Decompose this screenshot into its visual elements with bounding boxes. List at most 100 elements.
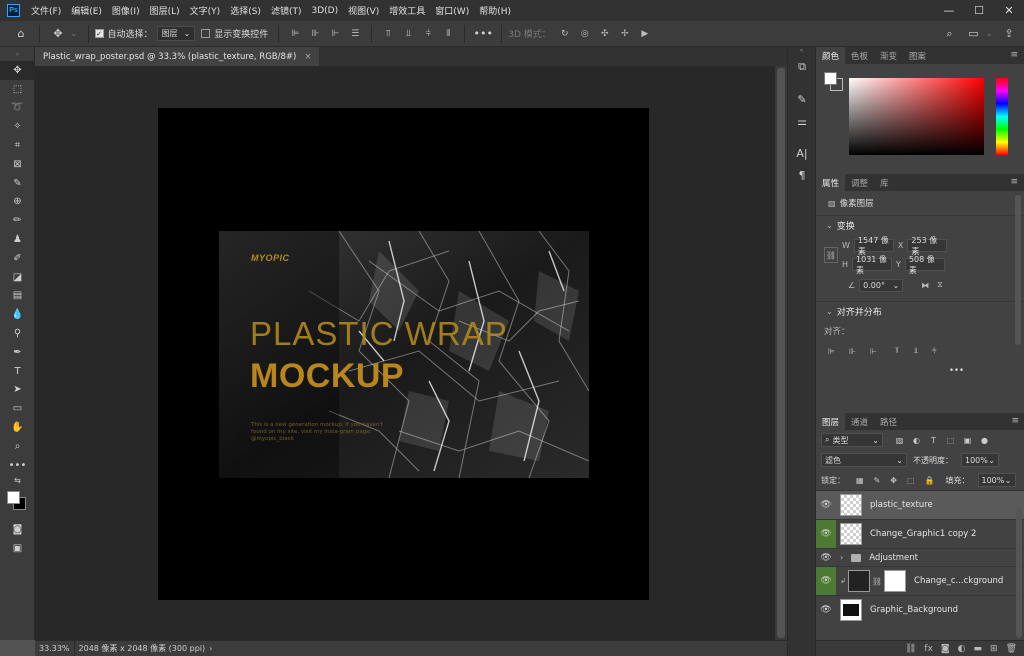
color-swatches[interactable] — [0, 487, 34, 521]
frame-tool[interactable]: ⊠ — [0, 155, 35, 174]
align-vcenter-icon[interactable]: ⫫ — [913, 346, 918, 356]
foreground-color-swatch[interactable] — [7, 490, 20, 504]
marquee-tool[interactable]: ⬚ — [0, 80, 35, 99]
angle-field[interactable]: 0.00° ⌄ — [859, 278, 904, 292]
status-menu-arrow[interactable]: › — [209, 644, 212, 653]
menu-3d[interactable]: 3D(D) — [306, 6, 343, 16]
layer-name[interactable]: Change_c...ckground — [914, 576, 1003, 586]
eraser-tool[interactable]: ◪ — [0, 268, 35, 287]
filter-adjustment-icon[interactable]: ◐ — [910, 434, 923, 447]
visibility-eye-icon[interactable]: 👁 — [816, 596, 836, 625]
paragraph-panel-icon[interactable]: ¶ — [788, 164, 816, 186]
filter-type-icon[interactable]: T — [927, 434, 940, 447]
menu-select[interactable]: 选择(S) — [225, 4, 266, 17]
lock-all-icon[interactable]: 🔒 — [925, 476, 935, 485]
add-mask-icon[interactable]: ◙ — [941, 644, 950, 654]
align-bottom-icon[interactable]: ⫩ — [932, 346, 937, 356]
tab-patterns[interactable]: 图案 — [903, 47, 932, 64]
layer-row[interactable]: 👁 ↲ ⛓ Change_c...ckground — [816, 566, 1024, 596]
chevron-down-icon[interactable]: ⌄ — [985, 29, 993, 39]
tab-adjustments[interactable]: 调整 — [845, 174, 874, 191]
path-selection-tool[interactable]: ➤ — [0, 381, 35, 400]
panel-menu-icon[interactable]: ≡ — [1010, 177, 1018, 187]
tab-properties[interactable]: 属性 — [816, 174, 846, 191]
scale-3d-icon[interactable]: ▶ — [637, 26, 653, 42]
menu-filter[interactable]: 滤镜(T) — [266, 4, 307, 17]
collapse-icon[interactable]: » — [0, 47, 35, 61]
layer-group-row[interactable]: 👁 › Adjustment — [816, 548, 1024, 566]
roll-3d-icon[interactable]: ◎ — [577, 26, 593, 42]
distribute-icon[interactable]: ☰ — [347, 26, 363, 42]
close-window-button[interactable]: ✕ — [994, 0, 1024, 21]
gradient-tool[interactable]: ▤ — [0, 287, 35, 306]
auto-select-dropdown[interactable]: 图层 ⌄ — [156, 26, 196, 41]
character-panel-icon[interactable]: A| — [788, 142, 816, 164]
layer-row[interactable]: 👁 plastic_texture — [816, 490, 1024, 519]
menu-help[interactable]: 帮助(H) — [474, 4, 516, 17]
layer-row[interactable]: 👁 Graphic_Background — [816, 595, 1024, 624]
color-picker-field[interactable] — [849, 78, 984, 155]
chevron-right-icon[interactable]: › — [840, 553, 843, 562]
align-left-icon[interactable]: ⊫ — [287, 26, 303, 42]
layer-name[interactable]: plastic_texture — [870, 500, 933, 510]
quick-mask-icon[interactable]: ◙ — [0, 521, 35, 540]
fx-icon[interactable]: fx — [924, 644, 933, 654]
edit-toolbar-icon[interactable]: ••• — [0, 456, 35, 475]
history-panel-icon[interactable]: ⧉ — [788, 56, 816, 78]
blend-mode-dropdown[interactable]: 滤色 ⌄ — [821, 453, 907, 467]
layer-name[interactable]: Change_Graphic1 copy 2 — [870, 529, 976, 539]
photoshop-logo-icon[interactable]: Ps — [7, 4, 20, 17]
chevron-down-icon[interactable]: ⌄ — [70, 29, 78, 39]
visibility-eye-icon[interactable]: 👁 — [816, 549, 836, 567]
y-field[interactable]: 508 像素 — [904, 255, 945, 275]
align-left-icon[interactable]: ⊫ — [828, 347, 835, 356]
visibility-eye-icon[interactable]: 👁 — [816, 566, 836, 596]
layer-filter-dropdown[interactable]: ⌕ 类型 ⌄ — [821, 433, 883, 447]
filter-smart-object-icon[interactable]: ▣ — [961, 434, 974, 447]
lock-artboard-icon[interactable]: ⬚ — [907, 476, 915, 485]
visibility-eye-icon[interactable]: 👁 — [816, 491, 836, 520]
hue-slider[interactable] — [996, 78, 1008, 155]
flip-horizontal-icon[interactable]: ⧓ — [921, 281, 929, 290]
healing-brush-tool[interactable]: ⊕ — [0, 193, 35, 212]
align-bottom-icon[interactable]: ⫩ — [420, 26, 436, 42]
default-colors-icon[interactable]: ⇆ — [0, 475, 35, 487]
search-icon[interactable]: ⌕ — [940, 25, 958, 43]
trash-icon[interactable]: 🗑 — [1006, 644, 1017, 654]
tab-gradients[interactable]: 渐变 — [874, 47, 903, 64]
menu-window[interactable]: 窗口(W) — [430, 4, 474, 17]
rectangle-tool[interactable]: ▭ — [0, 399, 35, 418]
new-layer-icon[interactable]: ⊞ — [990, 644, 998, 654]
align-section-header[interactable]: ⌄ 对齐并分布 — [816, 301, 1024, 321]
collapse-icon[interactable]: « — [788, 47, 815, 56]
tab-layers[interactable]: 图层 — [816, 413, 846, 430]
scrollbar-thumb[interactable] — [777, 68, 785, 638]
crop-tool[interactable]: ⌗ — [0, 136, 35, 155]
move-tool-icon[interactable]: ✥ — [49, 25, 67, 43]
align-right-icon[interactable]: ⊩ — [870, 347, 877, 356]
blur-tool[interactable]: 💧 — [0, 305, 35, 324]
tab-color[interactable]: 颜色 — [816, 47, 846, 64]
brush-settings-icon[interactable]: ✎ — [788, 88, 816, 110]
filter-toggle-icon[interactable]: ● — [978, 434, 991, 447]
zoom-tool[interactable]: ⌕ — [0, 437, 35, 456]
panel-menu-icon[interactable]: ≡ — [1011, 416, 1019, 426]
link-icon[interactable]: ⛓ — [872, 577, 882, 586]
new-adjustment-icon[interactable]: ◐ — [958, 644, 966, 654]
auto-select-checkbox[interactable]: ✓ — [94, 29, 104, 38]
zoom-level[interactable]: 33.33% — [35, 640, 75, 656]
canvas-area[interactable]: MYOPIC PLASTIC WRAP MOCKUP This is a new… — [35, 66, 775, 640]
menu-file[interactable]: 文件(F) — [26, 4, 66, 17]
hand-tool[interactable]: ✋ — [0, 418, 35, 437]
layers-scrollbar[interactable] — [1016, 508, 1022, 638]
minimize-button[interactable]: — — [934, 0, 964, 21]
dodge-tool[interactable]: ⚲ — [0, 324, 35, 343]
opacity-field[interactable]: 100% ⌄ — [961, 453, 999, 467]
lock-image-icon[interactable]: ✎ — [874, 476, 881, 485]
tab-paths[interactable]: 路径 — [874, 413, 903, 430]
align-hcenter-icon[interactable]: ⊪ — [849, 347, 856, 356]
layer-group-name[interactable]: Adjustment — [869, 553, 918, 563]
document-canvas[interactable]: MYOPIC PLASTIC WRAP MOCKUP This is a new… — [158, 108, 649, 600]
menu-view[interactable]: 视图(V) — [343, 4, 384, 17]
x-field[interactable]: 253 像素 — [907, 236, 948, 256]
